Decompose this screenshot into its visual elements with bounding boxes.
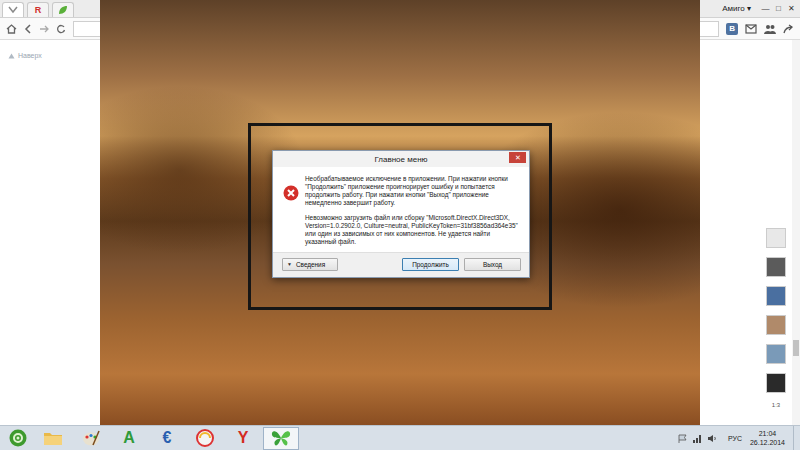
butterfly-icon — [271, 429, 291, 447]
browser-tab[interactable]: R — [27, 2, 49, 17]
taskbar-app[interactable]: Y — [225, 427, 261, 450]
folder-icon — [43, 430, 63, 446]
refresh-icon[interactable] — [56, 24, 66, 34]
start-orb-icon — [9, 429, 27, 447]
window-control[interactable]: □ — [772, 4, 785, 13]
clock[interactable]: 21:04 26.12.2014 — [747, 429, 788, 447]
taskbar-app[interactable] — [263, 427, 299, 450]
taskbar-app[interactable] — [73, 427, 109, 450]
system-tray: РУС 21:04 26.12.2014 — [678, 426, 800, 450]
friend-avatar[interactable] — [766, 315, 786, 335]
taskbar: A€ Y РУС 21:04 26.12.2014 — [0, 425, 800, 450]
back-to-top-link[interactable]: Наверх — [8, 52, 100, 59]
error-dialog: Главное меню ✕ Необрабатываемое исключен… — [272, 150, 530, 278]
chevron-icon — [8, 6, 18, 14]
scrollbar[interactable] — [792, 40, 800, 425]
friend-avatar[interactable] — [766, 373, 786, 393]
friend-avatar[interactable] — [766, 286, 786, 306]
taskbar-app[interactable] — [3, 427, 33, 450]
error-icon — [283, 185, 299, 201]
leaf-icon — [58, 5, 68, 15]
error-details: Невозможно загрузить файл или сборку "Mi… — [305, 214, 521, 246]
dialog-titlebar[interactable]: Главное меню ✕ — [273, 151, 529, 167]
flag-icon[interactable] — [678, 434, 687, 443]
friends-icon[interactable] — [764, 24, 776, 34]
language-indicator[interactable]: РУС — [728, 435, 742, 442]
dialog-title: Главное меню — [374, 155, 427, 164]
window-control[interactable]: ✕ — [785, 4, 798, 13]
error-message: Необрабатываемое исключение в приложении… — [305, 175, 521, 207]
browser-tab[interactable] — [52, 2, 74, 17]
browser-globe-icon — [196, 429, 214, 447]
forward-icon[interactable] — [39, 24, 49, 34]
profile-menu[interactable]: Амиго ▾ — [722, 4, 751, 13]
panel-counter: 1:3 — [772, 402, 780, 409]
volume-icon[interactable] — [707, 434, 717, 443]
back-icon[interactable] — [24, 24, 32, 34]
taskbar-app[interactable]: A — [111, 427, 147, 450]
paint-icon — [82, 429, 100, 447]
home-icon[interactable] — [6, 24, 17, 34]
network-icon[interactable] — [692, 434, 702, 443]
arrow-up-icon — [8, 53, 15, 59]
show-desktop-button[interactable] — [793, 426, 800, 450]
taskbar-app[interactable] — [187, 427, 223, 450]
friend-avatar[interactable] — [766, 228, 786, 248]
share-icon[interactable] — [783, 24, 794, 34]
details-toggle[interactable]: ▼ Сведения — [282, 258, 338, 271]
browser-tab[interactable] — [2, 2, 24, 17]
mail-icon[interactable] — [745, 24, 757, 34]
dialog-button[interactable]: Выход — [464, 258, 521, 271]
taskbar-app[interactable] — [35, 427, 71, 450]
window-control[interactable]: — — [759, 4, 772, 13]
friend-avatar[interactable] — [766, 344, 786, 364]
desktop: R Амиго ▾ —□✕ В Наверх 1:3 Главное меню … — [0, 0, 800, 450]
dialog-button[interactable]: Продолжить — [402, 258, 459, 271]
scrollbar-thumb[interactable] — [793, 340, 799, 356]
taskbar-app[interactable]: € — [149, 427, 185, 450]
friend-avatar[interactable] — [766, 257, 786, 277]
vk-badge[interactable]: В — [726, 23, 738, 35]
close-button[interactable]: ✕ — [509, 152, 526, 163]
social-panel: 1:3 — [760, 40, 792, 425]
